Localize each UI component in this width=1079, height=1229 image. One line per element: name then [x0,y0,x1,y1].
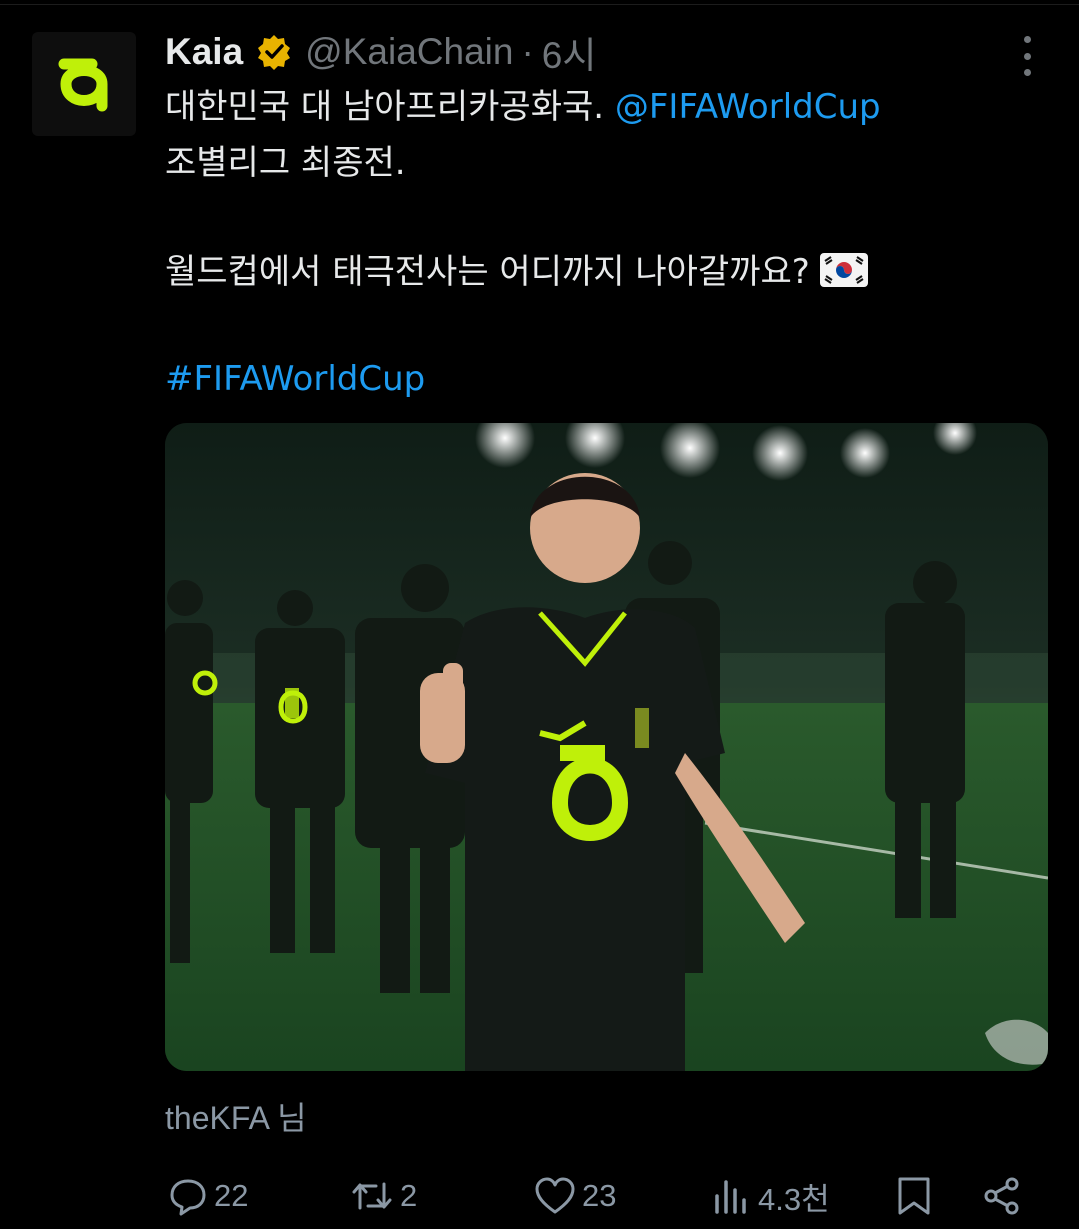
share-icon [984,1177,1019,1215]
bookmark-button[interactable] [896,1166,938,1226]
share-button[interactable] [982,1166,1028,1226]
reply-count: 22 [214,1178,249,1213]
separator-dot: · [521,31,534,72]
tweet-text-line-1: 대한민국 대 남아프리카공화국. @FIFAWorldCup [165,90,881,124]
kaia-logo-icon [58,58,108,112]
repost-button[interactable]: 2 [350,1166,417,1226]
tweet-text: 대한민국 대 남아프리카공화국. [165,87,615,127]
hashtag-link[interactable]: #FIFAWorldCup [165,362,425,396]
avatar[interactable] [32,32,136,136]
bookmark-icon [898,1177,930,1215]
like-count: 23 [582,1178,617,1213]
reply-icon [170,1179,206,1216]
repost-icon [352,1182,392,1210]
tweet-text: 월드컵에서 태극전사는 어디까지 나아갈까요? [165,252,810,292]
views-chart-icon [715,1180,746,1214]
like-button[interactable]: 23 [534,1166,616,1226]
timestamp[interactable]: 6시 [542,25,597,79]
tweet-text-line-3: 월드컵에서 태극전사는 어디까지 나아갈까요? [165,253,868,293]
mention-link[interactable]: @FIFAWorldCup [615,87,881,127]
verified-badge-icon[interactable] [255,33,293,71]
divider [0,4,1079,5]
display-name[interactable]: Kaia [165,31,243,73]
tweet-header: Kaia @KaiaChain · 6시 [165,28,596,76]
views-count: 4.3천 [758,1181,830,1217]
tweet-text-line-2: 조별리그 최종전. [165,143,406,183]
heart-icon [535,1177,575,1214]
football-player-photo [165,423,1048,1071]
repost-count: 2 [400,1178,418,1213]
author-handle[interactable]: @KaiaChain [305,31,513,73]
tweet[interactable]: Kaia @KaiaChain · 6시 대한민국 대 남아프리카공화국. @F… [0,0,1079,1229]
media-tag-credit[interactable]: theKFA 님 [165,1093,307,1139]
south-korea-flag-icon [819,253,868,293]
reply-button[interactable]: 22 [168,1166,248,1226]
views-button[interactable]: 4.3천 [712,1166,830,1226]
more-options-icon[interactable] [1012,36,1042,76]
action-bar: 22 2 23 4.3천 [0,1166,1079,1226]
tweet-media-image[interactable] [165,423,1048,1071]
